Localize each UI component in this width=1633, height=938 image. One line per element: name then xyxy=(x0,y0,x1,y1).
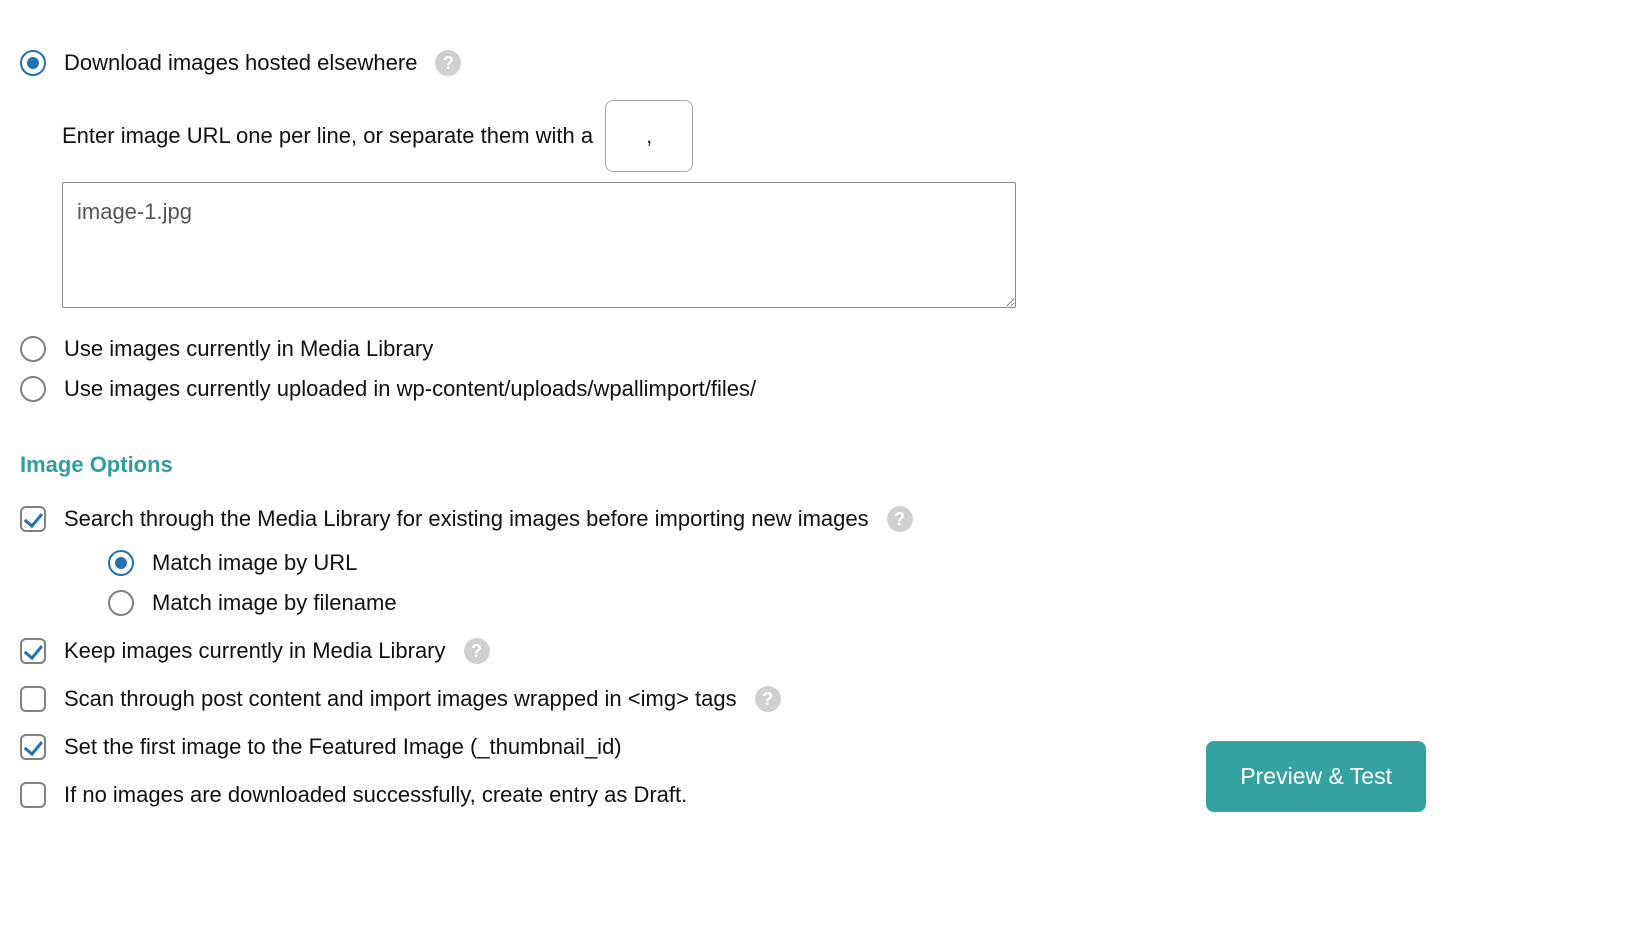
image-urls-textarea[interactable] xyxy=(62,182,1016,308)
checkbox-row-scan-content: Scan through post content and import ima… xyxy=(20,686,1613,712)
url-instruction-text: Enter image URL one per line, or separat… xyxy=(62,123,593,149)
radio-match-url-label: Match image by URL xyxy=(152,550,357,576)
radio-match-filename-label: Match image by filename xyxy=(152,590,397,616)
checkbox-keep-images-label: Keep images currently in Media Library xyxy=(64,638,446,664)
checkbox-set-featured-label: Set the first image to the Featured Imag… xyxy=(64,734,622,760)
help-icon[interactable]: ? xyxy=(464,638,490,664)
help-icon[interactable]: ? xyxy=(887,506,913,532)
radio-uploads-folder[interactable] xyxy=(20,376,46,402)
radio-match-filename[interactable] xyxy=(108,590,134,616)
checkbox-scan-content[interactable] xyxy=(20,686,46,712)
separator-input[interactable] xyxy=(605,100,693,172)
radio-media-library-label: Use images currently in Media Library xyxy=(64,336,433,362)
preview-test-button[interactable]: Preview & Test xyxy=(1206,741,1426,812)
checkbox-row-search-existing: Search through the Media Library for exi… xyxy=(20,506,1613,532)
checkbox-row-keep-images: Keep images currently in Media Library ? xyxy=(20,638,1613,664)
radio-row-match-filename: Match image by filename xyxy=(108,590,1613,616)
checkbox-search-existing-label: Search through the Media Library for exi… xyxy=(64,506,869,532)
radio-download-images[interactable] xyxy=(20,50,46,76)
checkbox-search-existing[interactable] xyxy=(20,506,46,532)
help-icon[interactable]: ? xyxy=(755,686,781,712)
help-icon[interactable]: ? xyxy=(435,50,461,76)
radio-row-match-url: Match image by URL xyxy=(108,550,1613,576)
radio-uploads-folder-label: Use images currently uploaded in wp-cont… xyxy=(64,376,756,402)
radio-match-url[interactable] xyxy=(108,550,134,576)
checkbox-draft-on-fail-label: If no images are downloaded successfully… xyxy=(64,782,687,808)
checkbox-set-featured[interactable] xyxy=(20,734,46,760)
radio-row-download: Download images hosted elsewhere ? xyxy=(20,50,1613,76)
checkbox-draft-on-fail[interactable] xyxy=(20,782,46,808)
url-instruction-row: Enter image URL one per line, or separat… xyxy=(62,100,1613,172)
radio-row-uploads-folder: Use images currently uploaded in wp-cont… xyxy=(20,376,1613,402)
radio-media-library[interactable] xyxy=(20,336,46,362)
radio-download-images-label: Download images hosted elsewhere xyxy=(64,50,417,76)
checkbox-scan-content-label: Scan through post content and import ima… xyxy=(64,686,737,712)
checkbox-keep-images[interactable] xyxy=(20,638,46,664)
radio-row-media-library: Use images currently in Media Library xyxy=(20,336,1613,362)
image-options-heading: Image Options xyxy=(20,452,1613,478)
download-details: Enter image URL one per line, or separat… xyxy=(20,100,1613,308)
match-by-group: Match image by URL Match image by filena… xyxy=(20,550,1613,616)
